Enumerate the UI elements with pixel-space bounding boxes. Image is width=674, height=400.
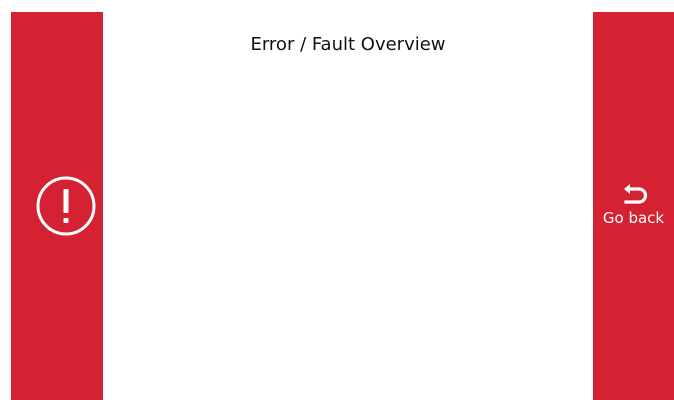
- left-alert-panel: [11, 12, 103, 400]
- page-title: Error / Fault Overview: [250, 34, 446, 55]
- top-strip: [0, 0, 674, 12]
- undo-arrow-icon: [624, 184, 648, 204]
- exclamation-circle-icon: [36, 176, 96, 236]
- go-back-button[interactable]: Go back: [593, 12, 674, 400]
- error-overview-screen: Error / Fault Overview Go back: [0, 0, 674, 400]
- go-back-label: Go back: [602, 209, 665, 227]
